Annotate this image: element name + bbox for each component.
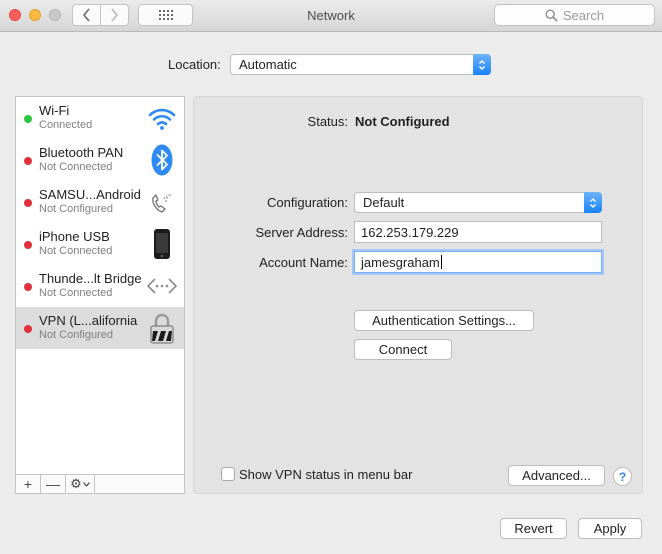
remove-service-button[interactable]: — xyxy=(41,475,66,493)
location-value: Automatic xyxy=(239,57,297,72)
search-field[interactable]: Search xyxy=(494,4,655,26)
server-address-label: Server Address: xyxy=(255,225,349,240)
status-dot xyxy=(24,157,32,165)
bluetooth-icon xyxy=(146,144,178,176)
iphone-icon xyxy=(146,228,178,260)
service-item-wifi[interactable]: Wi-Fi Connected xyxy=(16,97,184,139)
service-status: Connected xyxy=(39,119,93,131)
service-item-iphone-usb[interactable]: iPhone USB Not Connected xyxy=(16,223,184,265)
popup-arrows-icon xyxy=(473,54,491,75)
service-status: Not Configured xyxy=(39,329,113,341)
account-name-value: jamesgraham xyxy=(361,254,440,270)
thunderbolt-bridge-icon xyxy=(146,270,178,302)
popup-arrows-icon xyxy=(584,192,602,213)
account-name-field[interactable]: jamesgraham xyxy=(354,251,602,273)
service-list-toolbar: + — ⚙ xyxy=(16,474,184,493)
service-status: Not Connected xyxy=(39,287,113,299)
service-item-bluetooth-pan[interactable]: Bluetooth PAN Not Connected xyxy=(16,139,184,181)
service-name: iPhone USB xyxy=(39,229,110,244)
server-address-field[interactable]: 162.253.179.229 xyxy=(354,221,602,243)
service-list: Wi-Fi Connected Bluetooth PAN Not Connec… xyxy=(15,96,185,494)
status-dot xyxy=(24,283,32,291)
server-address-value: 162.253.179.229 xyxy=(361,224,459,240)
gear-icon: ⚙ xyxy=(70,476,82,491)
show-vpn-status-label: Show VPN status in menu bar xyxy=(239,467,413,482)
authentication-settings-button[interactable]: Authentication Settings... xyxy=(354,310,534,331)
account-name-label: Account Name: xyxy=(259,255,348,270)
service-status: Not Connected xyxy=(39,245,113,257)
status-dot xyxy=(24,199,32,207)
chevron-down-icon xyxy=(82,481,90,487)
search-placeholder: Search xyxy=(562,7,605,23)
add-service-button[interactable]: + xyxy=(16,475,41,493)
service-name: Wi-Fi xyxy=(39,103,70,118)
configuration-value: Default xyxy=(363,195,405,210)
service-item-vpn[interactable]: VPN (L...alifornia Not Configured xyxy=(16,307,184,349)
help-button[interactable]: ? xyxy=(613,467,632,486)
status-dot xyxy=(24,115,32,123)
title-bar: Network Search xyxy=(0,0,662,32)
vpn-lock-icon xyxy=(146,312,178,344)
location-label: Location: xyxy=(168,57,221,72)
service-item-samsung-android[interactable]: SAMSU...Android Not Configured xyxy=(16,181,184,223)
status-label: Status: xyxy=(307,114,348,129)
location-popup[interactable]: Automatic xyxy=(230,54,491,75)
advanced-button[interactable]: Advanced... xyxy=(508,465,605,486)
wifi-icon xyxy=(146,102,178,134)
search-icon xyxy=(545,8,558,22)
service-name: Bluetooth PAN xyxy=(39,145,124,160)
configuration-label: Configuration: xyxy=(267,195,348,210)
service-name: SAMSU...Android xyxy=(39,187,141,202)
service-status: Not Configured xyxy=(39,203,113,215)
phone-handset-icon xyxy=(146,186,178,218)
show-vpn-status-checkbox[interactable] xyxy=(221,467,235,481)
configuration-popup[interactable]: Default xyxy=(354,192,602,213)
status-dot xyxy=(24,325,32,333)
connect-button[interactable]: Connect xyxy=(354,339,452,360)
apply-button[interactable]: Apply xyxy=(578,518,642,539)
service-name: Thunde...lt Bridge xyxy=(39,271,142,286)
service-actions-button[interactable]: ⚙ xyxy=(66,475,95,493)
service-status: Not Connected xyxy=(39,161,113,173)
service-name: VPN (L...alifornia xyxy=(39,313,138,328)
service-item-thunderbolt-bridge[interactable]: Thunde...lt Bridge Not Connected xyxy=(16,265,184,307)
status-value: Not Configured xyxy=(355,114,450,129)
status-dot xyxy=(24,241,32,249)
revert-button[interactable]: Revert xyxy=(500,518,567,539)
text-caret xyxy=(440,255,442,269)
vpn-detail-panel: Status: Not Configured Configuration: De… xyxy=(193,96,643,494)
